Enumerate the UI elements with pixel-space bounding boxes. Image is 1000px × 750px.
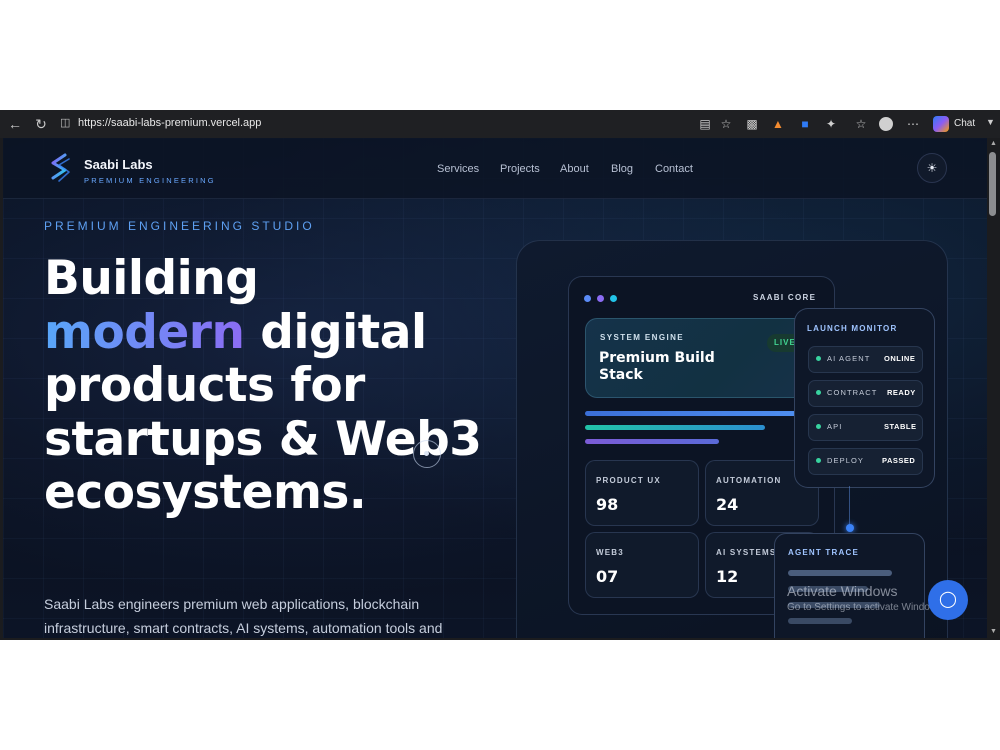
favorites-icon[interactable]: ☆ <box>853 116 869 132</box>
trace-bar <box>788 618 852 624</box>
window-dot-cyan <box>610 295 617 302</box>
stat-label: AUTOMATION <box>716 476 782 485</box>
connector-line <box>849 486 850 526</box>
nav-services[interactable]: Services <box>437 163 479 175</box>
hero-headline: Building modern digital products for star… <box>44 252 514 520</box>
engine-title: Premium Build Stack <box>599 350 715 383</box>
stat-label: WEB3 <box>596 548 624 557</box>
progress-bar-1 <box>585 411 800 416</box>
monitor-key: DEPLOY <box>827 456 865 465</box>
stat-value: 12 <box>716 567 739 586</box>
chat-label: Chat <box>954 118 976 129</box>
chat-widget-button[interactable]: ◯ <box>928 580 968 620</box>
monitor-title: LAUNCH MONITOR <box>807 324 898 333</box>
stat-card-product-ux <box>585 460 699 526</box>
nav-contact[interactable]: Contact <box>655 163 693 175</box>
status-dot <box>816 390 821 395</box>
brand-tagline: PREMIUM ENGINEERING <box>84 176 216 185</box>
extension-icon[interactable]: ▩ <box>744 116 760 132</box>
chevron-down-icon[interactable]: ▼ <box>986 117 995 127</box>
extensions-puzzle-icon[interactable]: ✦ <box>823 116 839 132</box>
favorite-star-icon[interactable]: ☆ <box>718 116 734 132</box>
reload-icon[interactable]: ↻ <box>33 116 49 132</box>
metamask-extension-icon[interactable]: ▲ <box>770 116 786 132</box>
connector-node <box>846 524 854 532</box>
window-frame <box>0 138 3 640</box>
window-frame-bottom <box>0 638 1000 640</box>
nav-projects[interactable]: Projects <box>500 163 540 175</box>
copilot-icon <box>933 116 949 132</box>
window-dot-blue <box>584 295 591 302</box>
monitor-value: STABLE <box>884 422 917 431</box>
browser-window: ← ↻ ◫ https://saabi-labs-premium.vercel.… <box>0 110 1000 640</box>
cursor-follower-dot <box>424 451 429 456</box>
window-dot-purple <box>597 295 604 302</box>
trace-title: AGENT TRACE <box>788 548 859 557</box>
hero-eyebrow: PREMIUM ENGINEERING STUDIO <box>44 219 315 233</box>
back-arrow-icon[interactable]: ← <box>7 116 23 132</box>
status-dot <box>816 356 821 361</box>
monitor-value: READY <box>887 388 916 397</box>
nav-blog[interactable]: Blog <box>611 163 633 175</box>
activate-windows-sub: Go to Settings to activate Windows. <box>787 602 945 613</box>
brand-name[interactable]: Saabi Labs <box>84 157 153 172</box>
browser-toolbar: ← ↻ ◫ https://saabi-labs-premium.vercel.… <box>0 110 1000 139</box>
status-dot <box>816 424 821 429</box>
url-text[interactable]: https://saabi-labs-premium.vercel.app <box>78 117 261 129</box>
activate-windows-title: Activate Windows <box>787 583 898 599</box>
core-label: SAABI CORE <box>753 293 817 302</box>
stat-value: 24 <box>716 495 739 514</box>
monitor-key: CONTRACT <box>827 388 878 397</box>
saabi-logo-icon[interactable] <box>47 153 73 183</box>
more-menu-icon[interactable]: ⋯ <box>905 116 921 132</box>
scrollbar-thumb[interactable] <box>989 152 996 216</box>
progress-bar-3 <box>585 439 719 444</box>
scroll-down-arrow-icon[interactable]: ▼ <box>990 628 997 635</box>
monitor-value: ONLINE <box>884 354 916 363</box>
engine-label: SYSTEM ENGINE <box>600 333 684 342</box>
nav-about[interactable]: About <box>560 163 589 175</box>
monitor-key: AI AGENT <box>827 354 871 363</box>
reading-view-icon[interactable]: ▤ <box>697 116 713 132</box>
copilot-chat-button[interactable]: Chat <box>928 114 980 134</box>
stat-label: AI SYSTEMS <box>716 548 777 557</box>
monitor-key: API <box>827 422 843 431</box>
stat-value: 98 <box>596 495 619 514</box>
headline-part-1: Building <box>44 251 259 306</box>
scroll-up-arrow-icon[interactable]: ▲ <box>990 140 997 147</box>
stat-card-web3 <box>585 532 699 598</box>
chat-bubble-icon: ◯ <box>939 591 957 608</box>
shield-extension-icon[interactable]: ■ <box>797 116 813 132</box>
stat-value: 07 <box>596 567 619 586</box>
trace-bar <box>788 570 892 576</box>
monitor-value: PASSED <box>882 456 916 465</box>
status-dot <box>816 458 821 463</box>
headline-accent: modern <box>44 304 245 360</box>
hero-description: Saabi Labs engineers premium web applica… <box>44 596 443 636</box>
theme-toggle-button[interactable]: ☀ <box>917 153 947 183</box>
stat-label: PRODUCT UX <box>596 476 661 485</box>
progress-bar-2 <box>585 425 765 430</box>
profile-avatar[interactable] <box>879 117 893 131</box>
site-info-icon[interactable]: ◫ <box>60 116 74 130</box>
sun-icon: ☀ <box>926 161 938 175</box>
